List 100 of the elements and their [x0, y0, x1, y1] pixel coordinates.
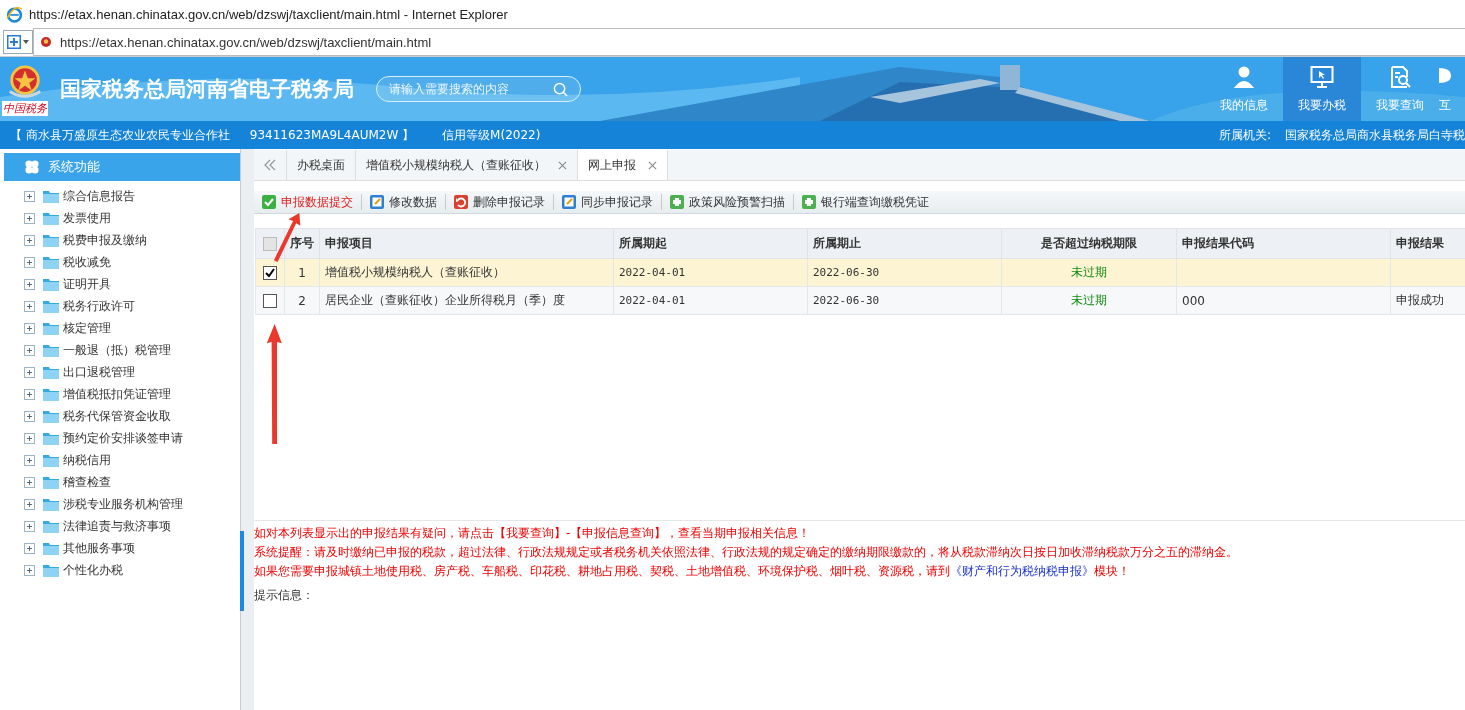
sidebar-item[interactable]: 税务代保管资金收取	[63, 407, 171, 425]
collapse-handle[interactable]	[240, 531, 244, 611]
table-row[interactable]: 1 增值税小规模纳税人（查账征收） 2022-04-01 2022-06-30 未过期	[255, 258, 1465, 287]
browser-icon	[6, 5, 23, 23]
expand-icon[interactable]	[24, 520, 35, 532]
table-cell: 2022-04-01	[619, 266, 686, 279]
close-icon[interactable]	[648, 160, 657, 170]
column-header: 是否超过纳税期限	[1001, 228, 1177, 259]
folder-icon	[43, 387, 59, 401]
sidebar-item[interactable]: 稽查检查	[63, 473, 111, 491]
expand-icon[interactable]	[24, 366, 35, 378]
folder-icon	[43, 233, 59, 247]
link[interactable]: 《财产和行为税纳税申报》	[950, 564, 1094, 578]
plugin-button[interactable]: 银行端查询缴税凭证	[800, 193, 931, 211]
sidebar-item[interactable]: 出口退税管理	[63, 363, 135, 381]
expand-icon[interactable]	[24, 300, 35, 312]
folder-icon	[43, 365, 59, 379]
expand-icon[interactable]	[24, 498, 35, 510]
expand-icon[interactable]	[24, 564, 35, 576]
column-header: 申报项目	[319, 228, 614, 259]
table-cell: 申报成功	[1396, 293, 1444, 307]
expand-icon[interactable]	[24, 476, 35, 488]
sidebar-item[interactable]: 税收减免	[63, 253, 111, 271]
row-checkbox[interactable]	[263, 293, 277, 308]
notice-text: 如果您需要申报城镇土地使用税、房产税、车船税、印花税、耕地占用税、契税、土地增值税、环境保护税、烟叶税、资源税，请到《财产和行为税纳税申报》模块！	[254, 563, 1131, 580]
authority-name: 国家税务总局商水县税务局白寺税	[1285, 126, 1465, 144]
sidebar-item[interactable]: 核定管理	[63, 319, 111, 337]
folder-icon	[43, 255, 59, 269]
address-field[interactable]: https://etax.henan.chinatax.gov.cn/web/dzswj/taxclient/main.html	[33, 28, 1465, 56]
expand-icon[interactable]	[24, 256, 35, 268]
expand-icon[interactable]	[24, 278, 35, 290]
expand-icon[interactable]	[24, 344, 35, 356]
sidebar-item[interactable]: 纳税信用	[63, 451, 111, 469]
expand-icon[interactable]	[24, 542, 35, 554]
expand-icon[interactable]	[24, 234, 35, 246]
edit-button[interactable]: 同步申报记录	[560, 193, 655, 211]
folder-icon	[43, 541, 59, 555]
sidebar-item[interactable]: 涉税专业服务机构管理	[63, 495, 183, 513]
authority-label: 所属机关:	[1218, 126, 1271, 144]
table-cell: 增值税小规模纳税人（查账征收）	[325, 265, 505, 279]
delete-button[interactable]: 删除申报记录	[452, 193, 547, 211]
expand-icon[interactable]	[24, 432, 35, 444]
sidebar-item[interactable]: 税费申报及缴纳	[63, 231, 147, 249]
credit-rating: 信用等级M(2022)	[442, 126, 541, 144]
submit-button[interactable]: 申报数据提交	[260, 193, 355, 211]
folder-icon	[43, 519, 59, 533]
undo-icon	[454, 195, 468, 209]
hint-label: 提示信息：	[254, 587, 315, 604]
sidebar-item[interactable]: 税务行政许可	[63, 297, 135, 315]
folder-icon	[43, 409, 59, 423]
table-row[interactable]: 2 居民企业（查账征收）企业所得税月（季）度 2022-04-01 2022-06-30 未过期 000 申报成功	[255, 286, 1465, 315]
sidebar-item[interactable]: 增值税抵扣凭证管理	[63, 385, 171, 403]
tax-id: 93411623MA9L4AUM2W 】	[249, 126, 415, 144]
plugin-button[interactable]: 政策风险预警扫描	[668, 193, 787, 211]
table-cell: 1	[298, 265, 306, 280]
folder-icon	[43, 277, 59, 291]
table-cell: 2	[298, 293, 306, 308]
double-chevron-icon[interactable]	[263, 159, 277, 171]
folder-icon	[43, 343, 59, 357]
select-all-checkbox[interactable]	[263, 236, 277, 251]
row-checkbox[interactable]	[263, 265, 277, 280]
expand-icon[interactable]	[24, 410, 35, 422]
tab[interactable]: 网上申报	[578, 150, 668, 180]
notice-text: 如对本列表显示出的申报结果有疑问，请点击【我要查询】-【申报信息查询】，查看当期申报相关信息！	[254, 525, 812, 542]
sidebar-item[interactable]: 证明开具	[63, 275, 111, 293]
folder-icon	[43, 431, 59, 445]
sidebar-item[interactable]: 预约定价安排谈签申请	[63, 429, 183, 447]
window-title: https://etax.henan.chinatax.gov.cn/web/dzswj/taxclient/main.html - Internet Explorer	[29, 6, 508, 22]
sidebar-item[interactable]: 综合信息报告	[63, 187, 135, 205]
column-header: 申报结果	[1390, 228, 1465, 259]
sidebar-item[interactable]: 个性化办税	[63, 561, 123, 579]
tab[interactable]: 办税桌面	[287, 150, 356, 180]
folder-icon	[43, 189, 59, 203]
expand-icon[interactable]	[24, 322, 35, 334]
edit-icon	[562, 195, 576, 209]
notice-text: 系统提醒：请及时缴纳已申报的税款，超过法律、行政法规规定或者税务机关依照法律、行政法规的规定确定的缴纳期限缴款的，将从税款滞纳次日按日加收滞纳税款万分之五的滞纳金。	[254, 544, 1239, 561]
table-cell: 000	[1182, 293, 1205, 308]
sidebar-item[interactable]: 其他服务事项	[63, 539, 135, 557]
document-search-icon	[1388, 64, 1412, 89]
sidebar-item[interactable]: 法律追责与救济事项	[63, 517, 171, 535]
person-icon	[1232, 64, 1256, 89]
table-cell: 2022-06-30	[813, 266, 880, 279]
edit-button[interactable]: 修改数据	[368, 193, 439, 211]
taxpayer-name: 【 商水县万盛原生态农业农民专业合作社	[10, 126, 230, 144]
site-title: 国家税务总局河南省电子税务局	[60, 76, 354, 103]
expand-icon[interactable]	[24, 388, 35, 400]
close-icon[interactable]	[558, 160, 567, 170]
folder-icon	[43, 299, 59, 313]
sidebar-item[interactable]: 发票使用	[63, 209, 111, 227]
expand-icon[interactable]	[24, 190, 35, 202]
folder-icon	[43, 497, 59, 511]
expand-icon[interactable]	[24, 454, 35, 466]
table-cell: 2022-04-01	[619, 294, 686, 307]
table-cell: 2022-06-30	[813, 294, 880, 307]
new-tab-button[interactable]	[3, 30, 33, 54]
sidebar-item[interactable]: 一般退（抵）税管理	[63, 341, 171, 359]
table-cell: 居民企业（查账征收）企业所得税月（季）度	[325, 293, 565, 307]
nav-item[interactable]: 我要办税	[1283, 57, 1361, 121]
expand-icon[interactable]	[24, 212, 35, 224]
table-cell: 未过期	[1071, 265, 1107, 279]
